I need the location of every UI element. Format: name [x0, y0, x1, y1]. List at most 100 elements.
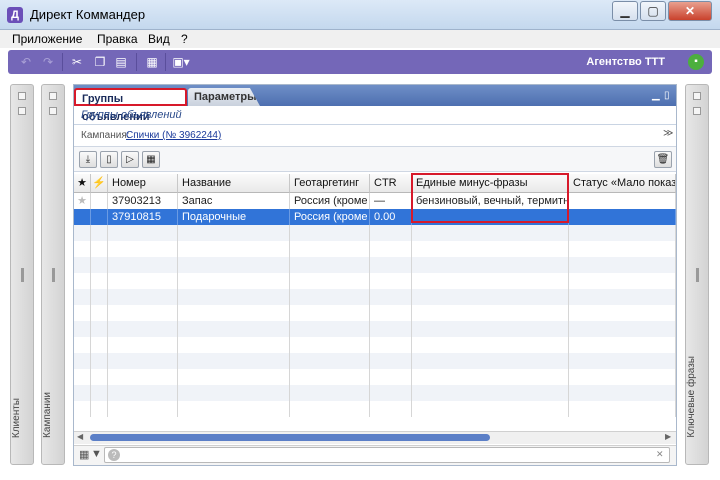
grip-icon[interactable] — [52, 268, 55, 282]
empty-cell — [569, 337, 676, 353]
redo-icon[interactable]: ↷ — [38, 52, 58, 72]
cell-name: Подарочные — [178, 209, 290, 225]
close-button[interactable]: ✕ — [668, 1, 712, 21]
agency-status-icon[interactable]: ▪ — [688, 54, 704, 70]
empty-row — [74, 257, 676, 273]
side-panel-clients[interactable]: Клиенты — [10, 84, 34, 465]
empty-cell — [370, 337, 412, 353]
empty-cell — [91, 241, 108, 257]
scroll-left-icon[interactable]: ◀ — [77, 432, 83, 441]
pin-icon[interactable] — [693, 107, 701, 115]
scrollbar-thumb[interactable] — [90, 434, 490, 441]
toolbar-separator — [165, 53, 166, 71]
grid-toolbar — [74, 146, 676, 172]
view-dropdown-icon[interactable]: ▣▾ — [169, 52, 193, 72]
favorite-star-icon[interactable]: ★ — [74, 193, 91, 209]
empty-cell — [108, 305, 178, 321]
maximize-button[interactable]: ▢ — [640, 1, 666, 21]
empty-cell — [178, 321, 290, 337]
menu-view[interactable]: Вид — [148, 32, 170, 46]
column-header-number[interactable]: Номер — [108, 174, 178, 193]
empty-cell — [569, 257, 676, 273]
empty-cell — [370, 369, 412, 385]
empty-cell — [178, 385, 290, 401]
pin-icon[interactable] — [18, 92, 26, 100]
empty-cell — [412, 353, 569, 369]
cell-number: 37910815 — [108, 209, 178, 225]
empty-cell — [91, 305, 108, 321]
empty-cell — [108, 273, 178, 289]
grip-icon[interactable] — [696, 268, 699, 282]
empty-cell — [91, 257, 108, 273]
column-header-star[interactable]: ★ — [74, 174, 91, 193]
campaign-label: Кампания: — [81, 130, 130, 141]
empty-cell — [91, 321, 108, 337]
window-title: Директ Коммандер — [30, 7, 146, 22]
column-header-ctr[interactable]: CTR — [370, 174, 412, 193]
empty-cell — [370, 321, 412, 337]
cell-status — [569, 193, 676, 209]
download-icon[interactable]: ⤓ — [79, 151, 97, 168]
empty-row — [74, 401, 676, 417]
column-header-name[interactable]: Название — [178, 174, 290, 193]
trash-icon[interactable]: 🗑 — [654, 151, 672, 168]
minimize-button[interactable]: ▁ — [612, 1, 638, 21]
empty-cell — [178, 401, 290, 417]
clear-icon[interactable]: ✕ — [656, 449, 664, 460]
filter-icon[interactable]: ▼ — [91, 448, 102, 460]
filter-input[interactable] — [104, 447, 670, 463]
table-icon[interactable]: ▦ — [142, 52, 162, 72]
copy-icon[interactable]: ❐ — [90, 52, 110, 72]
panel-subtitle: Группы объявлений — [81, 109, 182, 121]
empty-cell — [74, 225, 91, 241]
empty-cell — [290, 289, 370, 305]
collapse-chevron-icon[interactable]: ≫ — [663, 128, 673, 139]
empty-cell — [74, 337, 91, 353]
cell-status — [569, 209, 676, 225]
menu-application[interactable]: Приложение — [12, 32, 82, 46]
empty-cell — [178, 289, 290, 305]
table-row-selected[interactable]: 37910815 Подарочные Россия (кроме F 0.00 — [74, 209, 676, 225]
empty-cell — [569, 225, 676, 241]
empty-cell — [108, 337, 178, 353]
empty-cell — [290, 353, 370, 369]
pin-icon[interactable] — [49, 92, 57, 100]
flag-cell — [91, 209, 108, 225]
table-row[interactable]: ★ 37903213 Запас Россия (кроме F — бензи… — [74, 193, 676, 209]
tab-parameters[interactable]: Параметры — [188, 88, 260, 106]
empty-cell — [108, 257, 178, 273]
table-view-icon[interactable]: ▦ — [142, 151, 160, 168]
favorite-star-icon[interactable] — [74, 209, 91, 225]
cut-icon[interactable]: ✂ — [67, 52, 87, 72]
empty-cell — [569, 273, 676, 289]
minimize-panel-icon[interactable]: ▁ — [652, 90, 660, 101]
campaign-link[interactable]: Спички (№ 3962244) — [126, 130, 221, 141]
tab-ad-groups[interactable]: Группы объявлений — [74, 88, 187, 123]
empty-cell — [290, 369, 370, 385]
empty-cell — [74, 353, 91, 369]
grid-settings-icon[interactable]: ▦ — [79, 448, 89, 461]
scroll-right-icon[interactable]: ▶ — [665, 432, 671, 441]
empty-cell — [290, 305, 370, 321]
pin-icon[interactable] — [18, 107, 26, 115]
undo-icon[interactable]: ↶ — [16, 52, 36, 72]
empty-cell — [569, 241, 676, 257]
column-header-flag[interactable]: ⚡ — [91, 174, 108, 193]
forward-icon[interactable]: ▷ — [121, 151, 139, 168]
side-panel-keywords[interactable]: Ключевые фразы — [685, 84, 709, 465]
document-icon[interactable]: ▯ — [100, 151, 118, 168]
cell-name: Запас — [178, 193, 290, 209]
paste-icon[interactable]: ▤ — [111, 52, 131, 72]
maximize-panel-icon[interactable]: ▯ — [664, 90, 670, 101]
empty-cell — [370, 385, 412, 401]
pin-icon[interactable] — [49, 107, 57, 115]
column-header-status[interactable]: Статус «Мало показ… — [569, 174, 676, 193]
help-icon[interactable]: ? — [108, 449, 120, 461]
pin-icon[interactable] — [693, 92, 701, 100]
menu-edit[interactable]: Правка — [97, 32, 138, 46]
empty-cell — [412, 225, 569, 241]
side-panel-campaigns[interactable]: Кампании — [41, 84, 65, 465]
column-header-geo[interactable]: Геотаргетинг — [290, 174, 370, 193]
menu-help[interactable]: ? — [181, 32, 188, 46]
grip-icon[interactable] — [21, 268, 24, 282]
